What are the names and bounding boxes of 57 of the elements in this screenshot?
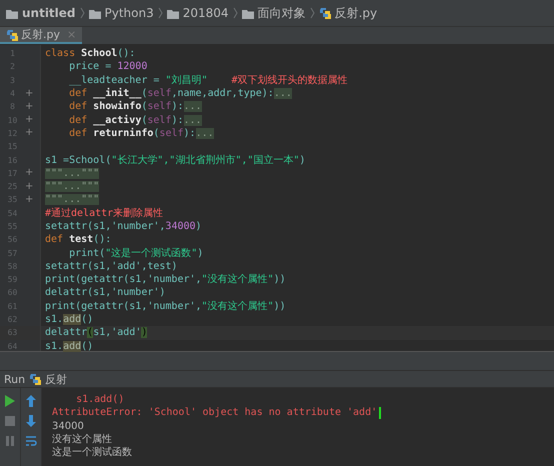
console-line: AttributeError: 'School' object has no attribute 'add' — [52, 406, 382, 420]
fold-marker[interactable]: + — [25, 88, 34, 99]
fold-marker[interactable]: + — [25, 168, 34, 178]
breadcrumb-item[interactable]: Python3 — [88, 6, 154, 20]
code-line: print("这是一个测试函数") — [68, 246, 204, 260]
code-line: def test(): — [45, 233, 112, 246]
code-line: print(getattr(s1,'number',"没有这个属性")) — [45, 273, 286, 286]
fold-marker[interactable]: + — [25, 182, 34, 192]
chevron-icon — [310, 6, 315, 20]
chevron-icon — [80, 6, 85, 20]
code-line: def showinfo(self):... — [68, 100, 202, 114]
run-config-label: 反射 — [45, 372, 68, 386]
code-line: price = 12000 — [68, 60, 148, 74]
folder-icon — [6, 8, 18, 18]
breadcrumb-item[interactable]: 面向对象 — [242, 4, 306, 22]
python-icon — [29, 373, 42, 385]
fold-marker[interactable]: + — [25, 194, 34, 205]
breadcrumb-item[interactable]: untitled — [6, 6, 76, 20]
code-line: s1 =School("长江大学","湖北省荆州市","国立一本") — [45, 154, 306, 167]
code-line: def returninfo(self):... — [68, 126, 214, 140]
console-line: 没有这个属性 — [52, 432, 113, 446]
text-cursor — [379, 406, 382, 419]
code-line: __leadteacher = "刘昌明" #双下划线开头的数据属性 — [68, 74, 348, 87]
code-line: s1.add() — [45, 313, 94, 326]
fold-marker[interactable]: + — [25, 102, 34, 112]
code-line: class School(): — [45, 47, 136, 60]
arrow-up-icon[interactable] — [25, 395, 37, 407]
code-line: s1.add() — [45, 340, 94, 353]
pause-icon[interactable] — [4, 435, 16, 447]
folder-icon — [242, 8, 254, 18]
code-line: #通过delattr来删除属性 — [45, 206, 164, 220]
editor-tab[interactable]: 反射.py × — [0, 27, 82, 44]
python-file-icon — [6, 28, 18, 40]
fold-marker[interactable]: + — [25, 115, 34, 126]
console-line: 这是一个测试函数 — [52, 446, 133, 460]
arrow-down-icon[interactable] — [25, 415, 37, 427]
code-line: setattr(s1,'add',test) — [45, 260, 178, 273]
play-icon[interactable] — [4, 395, 16, 407]
chevron-icon — [158, 6, 163, 20]
console-line: s1.add() — [75, 393, 126, 406]
folder-icon — [166, 8, 179, 18]
folder-icon — [88, 8, 101, 18]
code-line: setattr(s1,'number',34000) — [45, 220, 202, 233]
stop-icon[interactable] — [4, 415, 16, 427]
chevron-icon — [232, 6, 238, 20]
fold-marker[interactable]: + — [25, 128, 34, 138]
code-line: delattr(s1,'add') — [45, 326, 148, 340]
python-file-icon — [318, 7, 331, 19]
wrap-icon[interactable] — [25, 435, 37, 447]
code-line: delattr(s1,'number') — [45, 286, 166, 300]
code-line: def __init__(self,name,addr,type):... — [68, 87, 292, 100]
code-line: def __activy(self):... — [68, 114, 202, 127]
console-line: 34000 — [52, 420, 85, 433]
panel-title: Run — [4, 372, 26, 386]
breadcrumb-item[interactable]: 反射.py — [318, 4, 378, 22]
breadcrumb-item[interactable]: 201804 — [166, 6, 229, 20]
code-line: print(getattr(s1,'number',"没有这个属性")) — [45, 300, 286, 313]
